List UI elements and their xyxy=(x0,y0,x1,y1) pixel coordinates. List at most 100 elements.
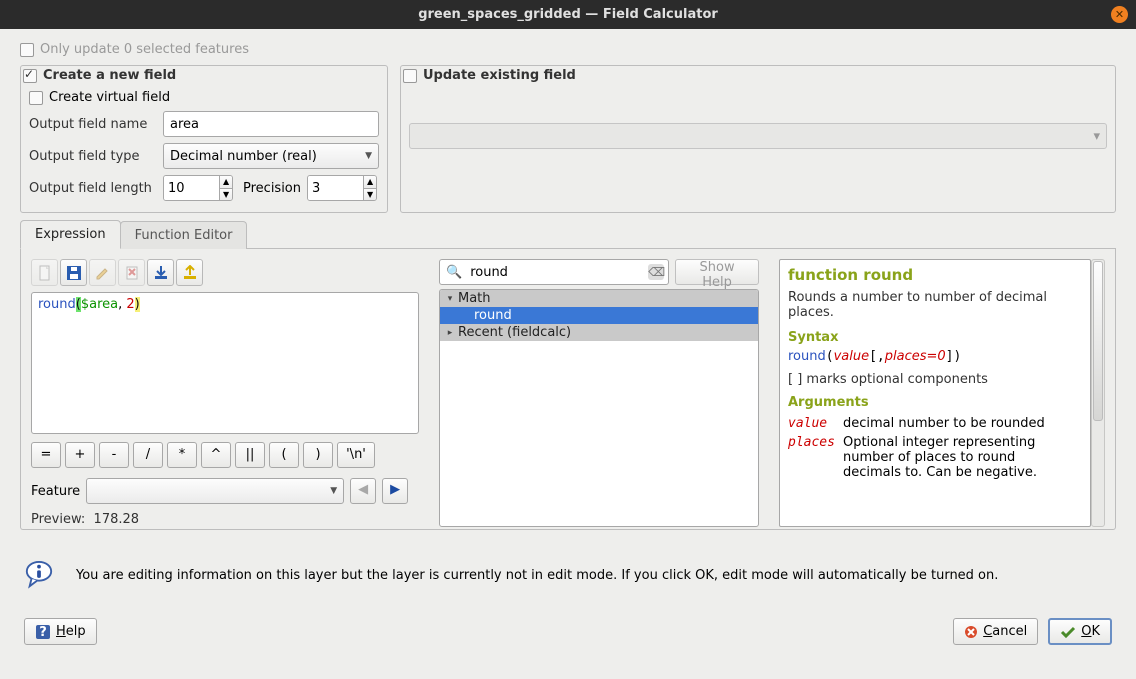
help-icon: ? xyxy=(35,624,51,640)
cancel-button[interactable]: Cancel xyxy=(953,618,1038,645)
help-description: Rounds a number to number of decimal pla… xyxy=(788,290,1082,320)
help-scrollbar[interactable] xyxy=(1091,259,1105,527)
preview-label: Preview: xyxy=(31,512,85,527)
chevron-down-icon: ▾ xyxy=(1093,129,1100,144)
function-search-input[interactable] xyxy=(468,264,642,281)
op-multiply[interactable]: * xyxy=(167,442,197,468)
edit-icon[interactable] xyxy=(89,259,116,286)
search-icon: 🔍 xyxy=(446,265,462,280)
help-button-label: H xyxy=(56,624,66,639)
clear-icon[interactable] xyxy=(118,259,145,286)
preview-row: Preview: 178.28 xyxy=(31,512,419,527)
output-type-label: Output field type xyxy=(29,149,157,164)
virtual-field-row: Create virtual field xyxy=(29,87,379,108)
feature-label: Feature xyxy=(31,484,80,499)
import-icon[interactable] xyxy=(147,259,174,286)
help-signature: round(value[,places=0]) xyxy=(788,349,1082,364)
precision-spin[interactable]: ▲▼ xyxy=(307,175,377,201)
output-name-label: Output field name xyxy=(29,117,157,132)
expression-editor[interactable]: round($area, 2) xyxy=(31,292,419,434)
expand-icon: ▸ xyxy=(444,328,456,338)
show-help-button[interactable]: Show Help xyxy=(675,259,759,285)
feature-select[interactable]: ▼ xyxy=(86,478,344,504)
update-field-select: ▾ xyxy=(409,123,1107,149)
field-panels: Create a new field Create virtual field … xyxy=(20,65,1116,213)
create-field-checkbox[interactable] xyxy=(23,69,37,83)
create-field-label: Create a new field xyxy=(43,68,176,83)
output-length-input[interactable] xyxy=(164,176,219,200)
scroll-thumb[interactable] xyxy=(1093,261,1103,421)
ok-icon xyxy=(1060,625,1076,639)
tree-group-math[interactable]: ▾ Math xyxy=(440,290,758,307)
chevron-down-icon: ▼ xyxy=(330,486,337,496)
update-field-checkbox[interactable] xyxy=(403,69,417,83)
function-list-column: 🔍 ⌫ Show Help ▾ Math round xyxy=(439,259,759,527)
help-syntax-heading: Syntax xyxy=(788,330,1082,345)
footer: ? Help Cancel OK xyxy=(20,618,1116,649)
help-button[interactable]: ? Help xyxy=(24,618,97,645)
expression-toolbar xyxy=(31,259,419,286)
content-area: Only update 0 selected features Create a… xyxy=(0,29,1136,679)
prev-feature-button[interactable]: ◀ xyxy=(350,478,376,504)
op-close-paren[interactable]: ) xyxy=(303,442,333,468)
svg-text:?: ? xyxy=(39,625,47,640)
help-arguments-heading: Arguments xyxy=(788,395,1082,410)
titlebar: green_spaces_gridded — Field Calculator … xyxy=(0,0,1136,29)
op-newline[interactable]: '\n' xyxy=(337,442,375,468)
only-update-row: Only update 0 selected features xyxy=(20,42,1116,57)
tab-body: round($area, 2) = + - / * ^ || ( ) '\n' xyxy=(20,249,1116,530)
precision-label: Precision xyxy=(243,181,301,196)
virtual-field-checkbox[interactable] xyxy=(29,91,43,105)
op-plus[interactable]: + xyxy=(65,442,95,468)
ok-button[interactable]: OK xyxy=(1048,618,1112,645)
update-field-header: Update existing field xyxy=(401,68,1115,83)
update-field-panel: Update existing field ▾ xyxy=(400,65,1116,213)
tree-item-round[interactable]: round xyxy=(440,307,758,324)
op-concat[interactable]: || xyxy=(235,442,265,468)
op-equals[interactable]: = xyxy=(31,442,61,468)
tree-group-recent[interactable]: ▸ Recent (fieldcalc) xyxy=(440,324,758,341)
info-text: You are editing information on this laye… xyxy=(76,568,998,583)
help-arguments-table: valuedecimal number to be rounded places… xyxy=(788,414,1082,482)
virtual-field-label: Create virtual field xyxy=(49,90,170,105)
close-icon[interactable]: ✕ xyxy=(1111,6,1128,23)
create-field-header: Create a new field xyxy=(21,68,387,83)
operator-row: = + - / * ^ || ( ) '\n' xyxy=(31,442,419,468)
spin-up-icon[interactable]: ▲ xyxy=(364,176,376,189)
output-length-spin[interactable]: ▲▼ xyxy=(163,175,233,201)
update-field-label: Update existing field xyxy=(423,68,576,83)
window: green_spaces_gridded — Field Calculator … xyxy=(0,0,1136,679)
op-power[interactable]: ^ xyxy=(201,442,231,468)
output-length-label: Output field length xyxy=(29,181,157,196)
help-pane: function round Rounds a number to number… xyxy=(779,259,1091,527)
tab-function-editor[interactable]: Function Editor xyxy=(120,221,248,249)
spin-down-icon[interactable]: ▼ xyxy=(220,189,232,201)
chevron-down-icon: ▼ xyxy=(365,151,372,161)
function-tree[interactable]: ▾ Math round ▸ Recent (fieldcalc) xyxy=(439,289,759,527)
new-file-icon[interactable] xyxy=(31,259,58,286)
collapse-icon: ▾ xyxy=(444,294,456,304)
help-title: function round xyxy=(788,266,1082,284)
tab-expression[interactable]: Expression xyxy=(20,220,121,249)
only-update-label: Only update 0 selected features xyxy=(40,42,249,57)
output-name-input[interactable] xyxy=(163,111,379,137)
function-search[interactable]: 🔍 ⌫ xyxy=(439,259,669,285)
preview-value: 178.28 xyxy=(94,512,140,527)
save-icon[interactable] xyxy=(60,259,87,286)
clear-search-icon[interactable]: ⌫ xyxy=(648,264,664,280)
spin-up-icon[interactable]: ▲ xyxy=(220,176,232,189)
op-minus[interactable]: - xyxy=(99,442,129,468)
precision-input[interactable] xyxy=(308,176,363,200)
tabstrip: Expression Function Editor xyxy=(20,219,1116,249)
info-banner: You are editing information on this laye… xyxy=(20,560,1116,590)
create-field-panel: Create a new field Create virtual field … xyxy=(20,65,388,213)
op-open-paren[interactable]: ( xyxy=(269,442,299,468)
cancel-icon xyxy=(964,625,978,639)
spin-down-icon[interactable]: ▼ xyxy=(364,189,376,201)
op-divide[interactable]: / xyxy=(133,442,163,468)
export-icon[interactable] xyxy=(176,259,203,286)
window-title: green_spaces_gridded — Field Calculator xyxy=(418,7,718,22)
help-column: function round Rounds a number to number… xyxy=(779,259,1105,527)
next-feature-button[interactable]: ▶ xyxy=(382,478,408,504)
output-type-select[interactable]: Decimal number (real) ▼ xyxy=(163,143,379,169)
